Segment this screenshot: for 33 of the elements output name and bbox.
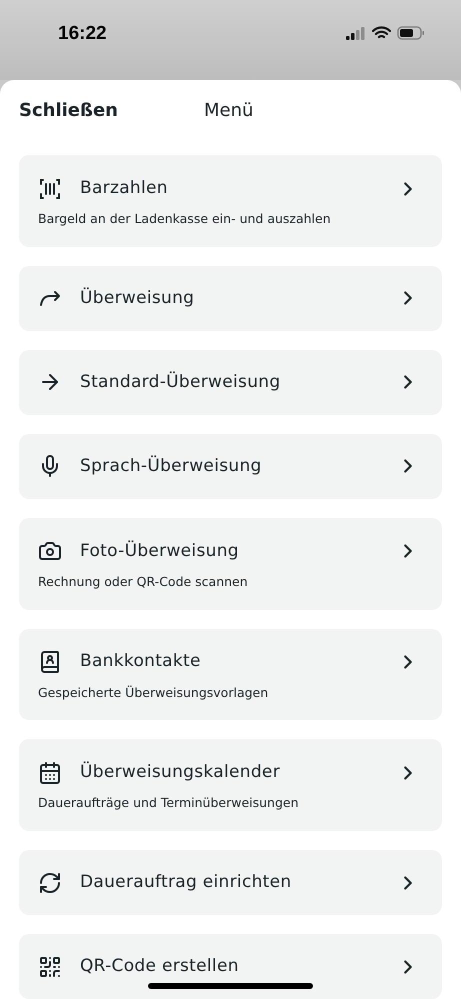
menu-item-subtitle: Gespeicherte Überweisungsvorlagen: [38, 684, 270, 702]
menu-item[interactable]: Überweisungskalender Daueraufträge und Terminüberweisungen: [19, 739, 442, 831]
menu-item[interactable]: Überweisung: [19, 266, 442, 331]
barcode-icon: [38, 176, 62, 200]
menu-item[interactable]: Sprach-Überweisung: [19, 434, 442, 499]
menu-item-title: QR-Code erstellen: [80, 954, 240, 978]
menu-item[interactable]: Barzahlen Bargeld an der Ladenkasse ein- und auszahlen: [19, 155, 442, 247]
menu-item-subtitle: Daueraufträge und Terminüberweisungen: [38, 794, 300, 812]
menu-item[interactable]: QR-Code erstellen: [19, 934, 442, 999]
menu-item-title: Dauerauftrag einrichten: [80, 870, 292, 894]
menu-item-title: Sprach-Überweisung: [80, 454, 263, 478]
menu-item[interactable]: Dauerauftrag einrichten: [19, 850, 442, 915]
calendar-icon: [38, 760, 62, 785]
status-time: 16:22: [58, 22, 107, 46]
menu-item-title: Barzahlen: [80, 176, 169, 200]
refresh-icon: [38, 870, 62, 894]
signal-icon: [346, 26, 366, 40]
wifi-icon: [372, 26, 391, 40]
menu-item-title: Überweisungskalender: [80, 760, 281, 784]
qr-code-icon: [38, 954, 62, 978]
contact-book-icon: [38, 650, 62, 674]
menu-item[interactable]: Standard-Überweisung: [19, 350, 442, 415]
menu-item-subtitle: Bargeld an der Ladenkasse ein- und auszahlen: [38, 210, 332, 228]
menu-item-subtitle: Rechnung oder QR-Code scannen: [38, 572, 249, 591]
menu-item-title: Foto-Überweisung: [80, 540, 240, 562]
sheet-title: Menü: [204, 98, 254, 122]
menu-item[interactable]: Bankkontakte Gespeicherte Überweisungsvorlagen: [19, 628, 442, 720]
battery-icon: [397, 26, 425, 40]
menu-item-title: Bankkontakte: [80, 650, 202, 674]
menu-item-title: Überweisung: [80, 286, 196, 310]
menu-item-title: Standard-Überweisung: [80, 370, 282, 394]
menu-item[interactable]: Foto-Überweisung Rechnung oder QR-Code scannen: [19, 518, 442, 610]
close-button[interactable]: Schließen: [19, 96, 204, 124]
